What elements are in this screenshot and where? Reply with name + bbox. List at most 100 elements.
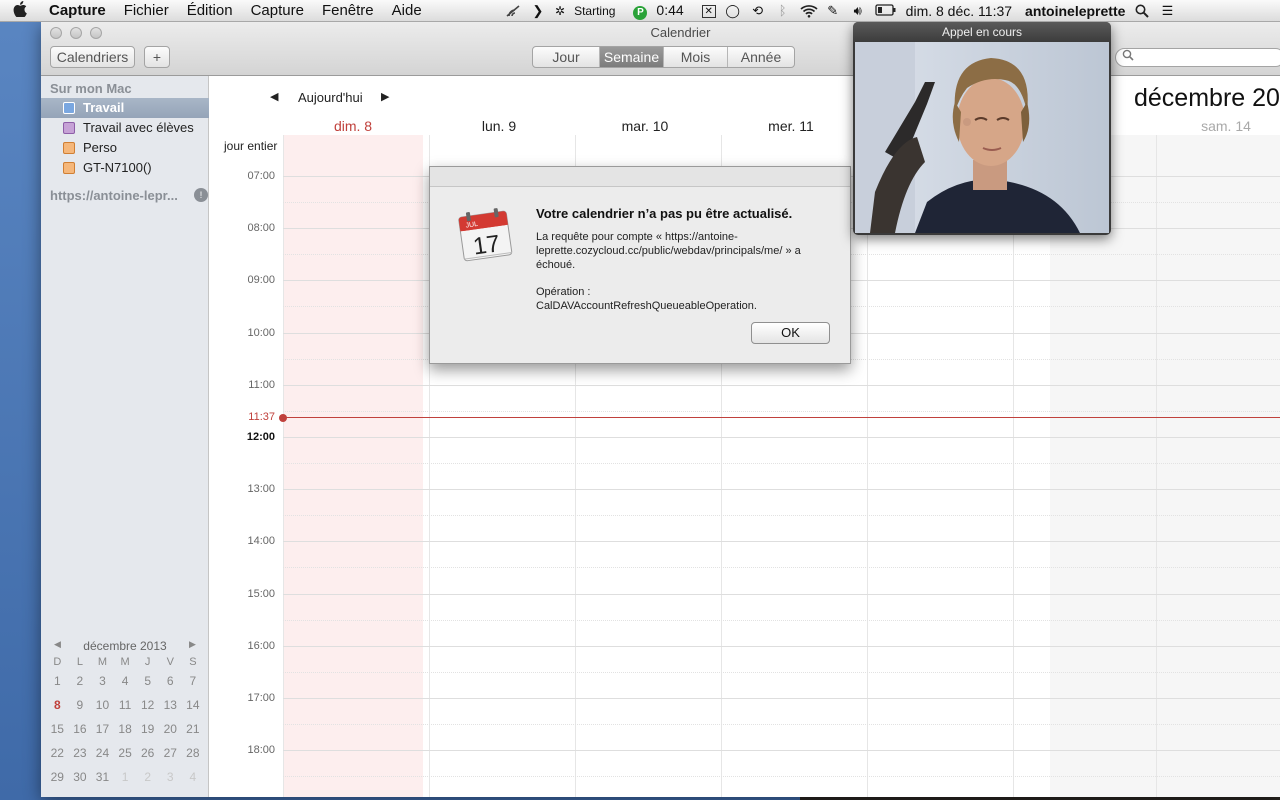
mini-day-cell[interactable]: 3 (159, 765, 182, 789)
mini-day-cell[interactable]: 23 (69, 741, 92, 765)
mini-day-cell[interactable]: 4 (182, 765, 205, 789)
day-header[interactable]: lun. 9 (429, 118, 569, 134)
mini-weekday-label: L (76, 656, 83, 668)
timer-icon: P (633, 6, 648, 20)
half-hour-line (283, 411, 1280, 412)
sidebar-account[interactable]: https://antoine-lepr... (50, 188, 190, 203)
ok-button[interactable]: OK (751, 322, 830, 344)
starting-status[interactable]: ✲ Starting (555, 4, 624, 18)
prev-week-icon[interactable]: ◀ (270, 90, 278, 103)
today-button[interactable]: Aujourd'hui (298, 90, 363, 105)
clock-datetime[interactable]: dim. 8 déc. 11:37 (906, 3, 1012, 19)
menu-aide[interactable]: Aide (383, 2, 431, 19)
user-name[interactable]: antoineleprette (1025, 3, 1125, 19)
mini-day-cell[interactable]: 24 (91, 741, 114, 765)
mini-day-cell[interactable]: 3 (91, 669, 114, 693)
day-header[interactable]: sam. 14 (1156, 118, 1280, 134)
mini-day-cell[interactable]: 7 (182, 669, 205, 693)
mini-day-cell[interactable]: 9 (69, 693, 92, 717)
mini-day-cell[interactable]: 27 (159, 741, 182, 765)
apple-menu-icon[interactable] (0, 0, 40, 21)
bluetooth-icon[interactable]: ᛒ (775, 4, 791, 18)
video-call-window[interactable]: Appel en cours (853, 22, 1111, 235)
menu-app-name[interactable]: Capture (40, 2, 115, 19)
sidebar-item-perso[interactable]: Perso (41, 138, 209, 158)
mini-day-cell[interactable]: 6 (159, 669, 182, 693)
mini-day-cell[interactable]: 29 (46, 765, 69, 789)
mini-day-cell[interactable]: 28 (182, 741, 205, 765)
add-event-button[interactable]: + (144, 46, 170, 68)
pen-icon[interactable]: ✎ (825, 4, 841, 18)
mini-day-cell[interactable]: 31 (91, 765, 114, 789)
close-box-icon[interactable]: ✕ (701, 4, 716, 18)
day-header[interactable]: dim. 8 (283, 118, 423, 134)
sidebar-item-travail-eleves[interactable]: Travail avec élèves (41, 118, 209, 138)
tab-semaine[interactable]: Semaine (600, 47, 664, 67)
notification-list-icon[interactable]: ☰ (1159, 4, 1175, 18)
menu-edition[interactable]: Édition (178, 2, 242, 19)
hour-label: 11:00 (248, 379, 275, 391)
mini-day-cell[interactable]: 21 (182, 717, 205, 741)
sidebar-item-gt-n7100[interactable]: GT-N7100() (41, 158, 209, 178)
menu-fichier[interactable]: Fichier (115, 2, 178, 19)
hour-line (283, 698, 1280, 699)
half-hour-line (283, 620, 1280, 621)
tab-annee[interactable]: Année (728, 47, 794, 67)
battery-icon[interactable] (875, 4, 896, 18)
broadcast-icon[interactable] (505, 4, 521, 18)
mini-day-cell[interactable]: 4 (114, 669, 137, 693)
all-day-label: jour entier (224, 139, 278, 153)
tab-mois[interactable]: Mois (664, 47, 728, 67)
mini-day-cell[interactable]: 18 (114, 717, 137, 741)
mini-day-cell[interactable]: 22 (46, 741, 69, 765)
video-call-title: Appel en cours (853, 22, 1111, 42)
mini-day-cell[interactable]: 17 (91, 717, 114, 741)
mini-day-cell[interactable]: 12 (136, 693, 159, 717)
mini-day-cell[interactable]: 11 (114, 693, 137, 717)
mini-day-cell[interactable]: 1 (46, 669, 69, 693)
mini-day-cell[interactable]: 1 (114, 765, 137, 789)
mini-day-cell[interactable]: 19 (136, 717, 159, 741)
timer-status[interactable]: P 0:44 (633, 2, 692, 20)
mini-day-cell[interactable]: 30 (69, 765, 92, 789)
tab-jour[interactable]: Jour (533, 47, 600, 67)
mini-day-cell[interactable]: 15 (46, 717, 69, 741)
mini-day-cell[interactable]: 16 (69, 717, 92, 741)
search-icon (1122, 49, 1134, 61)
spotlight-search-icon[interactable] (1134, 4, 1150, 18)
mini-day-cell[interactable]: 20 (159, 717, 182, 741)
calendar-color-box[interactable] (63, 122, 75, 134)
day-header[interactable]: mer. 11 (721, 118, 861, 134)
mini-day-cell[interactable]: 26 (136, 741, 159, 765)
time-machine-icon[interactable]: ⟲ (750, 4, 766, 18)
starting-label: Starting (574, 4, 616, 18)
mini-day-cell[interactable]: 5 (136, 669, 159, 693)
mini-day-cell[interactable]: 14 (182, 693, 205, 717)
chevron-right-icon[interactable]: ❯ (530, 4, 546, 18)
mini-day-cell[interactable]: 13 (159, 693, 182, 717)
volume-icon[interactable]: 🔊︎ (850, 4, 866, 18)
mini-day-cell[interactable]: 10 (91, 693, 114, 717)
dialog-title-strip (430, 167, 850, 187)
month-title: décembre 2013 (1134, 84, 1280, 112)
mini-day-cell[interactable]: 25 (114, 741, 137, 765)
calendar-color-box[interactable] (63, 142, 75, 154)
mini-day-cell[interactable]: 2 (136, 765, 159, 789)
warning-icon[interactable]: ! (194, 188, 208, 202)
calendars-button[interactable]: Calendriers (50, 46, 135, 68)
hour-line (283, 594, 1280, 595)
calendar-color-box[interactable] (63, 102, 75, 114)
menu-fenetre[interactable]: Fenêtre (313, 2, 383, 19)
wifi-icon[interactable] (800, 4, 818, 18)
spinner-icon: ✲ (555, 4, 566, 18)
calendar-color-box[interactable] (63, 162, 75, 174)
sidebar-item-travail[interactable]: Travail (41, 98, 209, 118)
mini-next-month-icon[interactable]: ▶ (189, 639, 196, 650)
mini-day-cell[interactable]: 2 (69, 669, 92, 693)
search-field[interactable] (1115, 48, 1280, 67)
mini-day-cell[interactable]: 8 (46, 693, 69, 717)
menu-capture[interactable]: Capture (242, 2, 313, 19)
speech-bubble-icon[interactable]: ◯ (725, 4, 741, 18)
next-week-icon[interactable]: ▶ (381, 90, 389, 103)
day-header[interactable]: mar. 10 (575, 118, 715, 134)
